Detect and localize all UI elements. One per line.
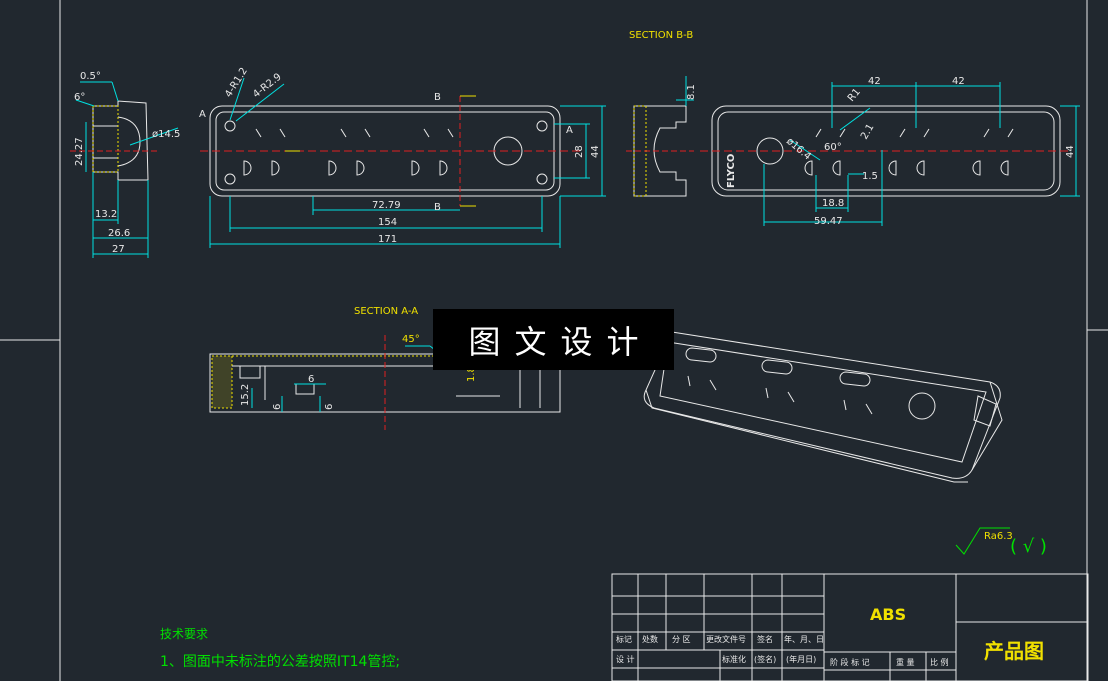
tb-weight: 重 量	[896, 657, 915, 667]
dim-266: 26.6	[108, 228, 130, 239]
dim-21: 2.1	[859, 122, 876, 141]
top-view: FLYCO 42 42 R1 2.1 ø16.4 60° 1.5 18.8 59…	[700, 76, 1080, 227]
dim-188: 18.8	[822, 198, 844, 209]
dim-152: 15.2	[240, 384, 251, 406]
dim-angle-05: 0.5°	[80, 71, 101, 82]
tb-col-zone: 分 区	[672, 635, 691, 644]
dim-81: 8.1	[686, 84, 697, 100]
title-block: 标记 处数 分 区 更改文件号 签名 年、月、日 设 计 标准化 (签名) (年…	[611, 573, 1089, 681]
tb-col-qty: 处数	[642, 634, 658, 644]
tb-col-docno: 更改文件号	[706, 634, 746, 644]
dim-aa-6c: 6	[324, 404, 335, 410]
dim-r29: 4-R2.9	[251, 71, 284, 100]
dim-28: 28	[574, 145, 585, 158]
dim-r12: 4-R1.2	[223, 66, 250, 100]
tb-stage: 阶 段 标 记	[830, 657, 870, 667]
tech-req-title: 技术要求	[160, 627, 208, 641]
dim-27: 27	[112, 244, 125, 255]
section-mark-a-left: A	[199, 109, 206, 120]
dim-r1: R1	[846, 87, 863, 104]
tb-col-mark: 标记	[616, 634, 632, 644]
dim-diameter-145: ø14.5	[152, 129, 180, 140]
dim-15: 1.5	[862, 171, 878, 182]
roughness-value: Ra6.3	[984, 531, 1013, 542]
dim-top-44: 44	[1065, 145, 1076, 158]
tb-col-date: 年、月、日	[784, 634, 824, 644]
dim-44: 44	[590, 145, 601, 158]
watermark-banner: 图文设计	[433, 309, 674, 370]
side-view: 0.5° 6° ø14.5 24.27 13.2 26.6 27	[70, 71, 180, 258]
dim-angle-60: 60°	[824, 142, 842, 153]
dim-aa-6a: 6	[308, 374, 314, 385]
dim-7279: 72.79	[372, 200, 401, 211]
tb-date2: (年月日)	[786, 654, 816, 664]
dim-angle-45: 45°	[402, 334, 420, 345]
front-sockets	[243, 128, 454, 176]
front-view: 4-R1.2 4-R2.9 B B A A 72.79 154 171 28 4…	[199, 66, 606, 248]
technical-requirements: 技术要求 1、图面中未标注的公差按照IT14管控;	[160, 627, 400, 670]
dim-aa-6b: 6	[272, 404, 283, 410]
dim-132: 13.2	[95, 209, 117, 220]
dim-5947: 59.47	[814, 216, 843, 227]
section-mark-b-top: B	[434, 92, 441, 103]
section-aa-label: SECTION A-A	[354, 306, 418, 317]
dim-171: 171	[378, 234, 397, 245]
section-bb-label: SECTION B-B	[629, 30, 693, 41]
tb-sign2: (签名)	[754, 654, 776, 664]
dim-diameter-164: ø16.4	[784, 136, 813, 163]
tb-product-name: 产品图	[984, 639, 1044, 663]
roughness-suffix: ( √ )	[1010, 536, 1047, 557]
tb-row-std: 标准化	[722, 654, 746, 664]
isometric-view	[643, 331, 1003, 483]
roughness-symbol: Ra6.3 ( √ )	[955, 527, 1047, 557]
dim-angle-6: 6°	[74, 92, 85, 103]
dim-2427: 24.27	[74, 137, 85, 166]
tb-col-sign: 签名	[757, 634, 773, 644]
tb-scale: 比 例	[930, 657, 949, 667]
tb-row-design: 设 计	[616, 654, 635, 664]
section-mark-b-bottom: B	[434, 202, 441, 213]
dim-42b: 42	[952, 76, 965, 87]
dim-42a: 42	[868, 76, 881, 87]
tech-req-item-1: 1、图面中未标注的公差按照IT14管控;	[160, 654, 400, 670]
tb-material: ABS	[870, 605, 906, 624]
section-mark-a-right: A	[566, 125, 573, 136]
section-bb-view: SECTION B-B 8.1	[626, 30, 697, 197]
brand-text: FLYCO	[726, 154, 737, 188]
dim-154: 154	[378, 217, 397, 228]
